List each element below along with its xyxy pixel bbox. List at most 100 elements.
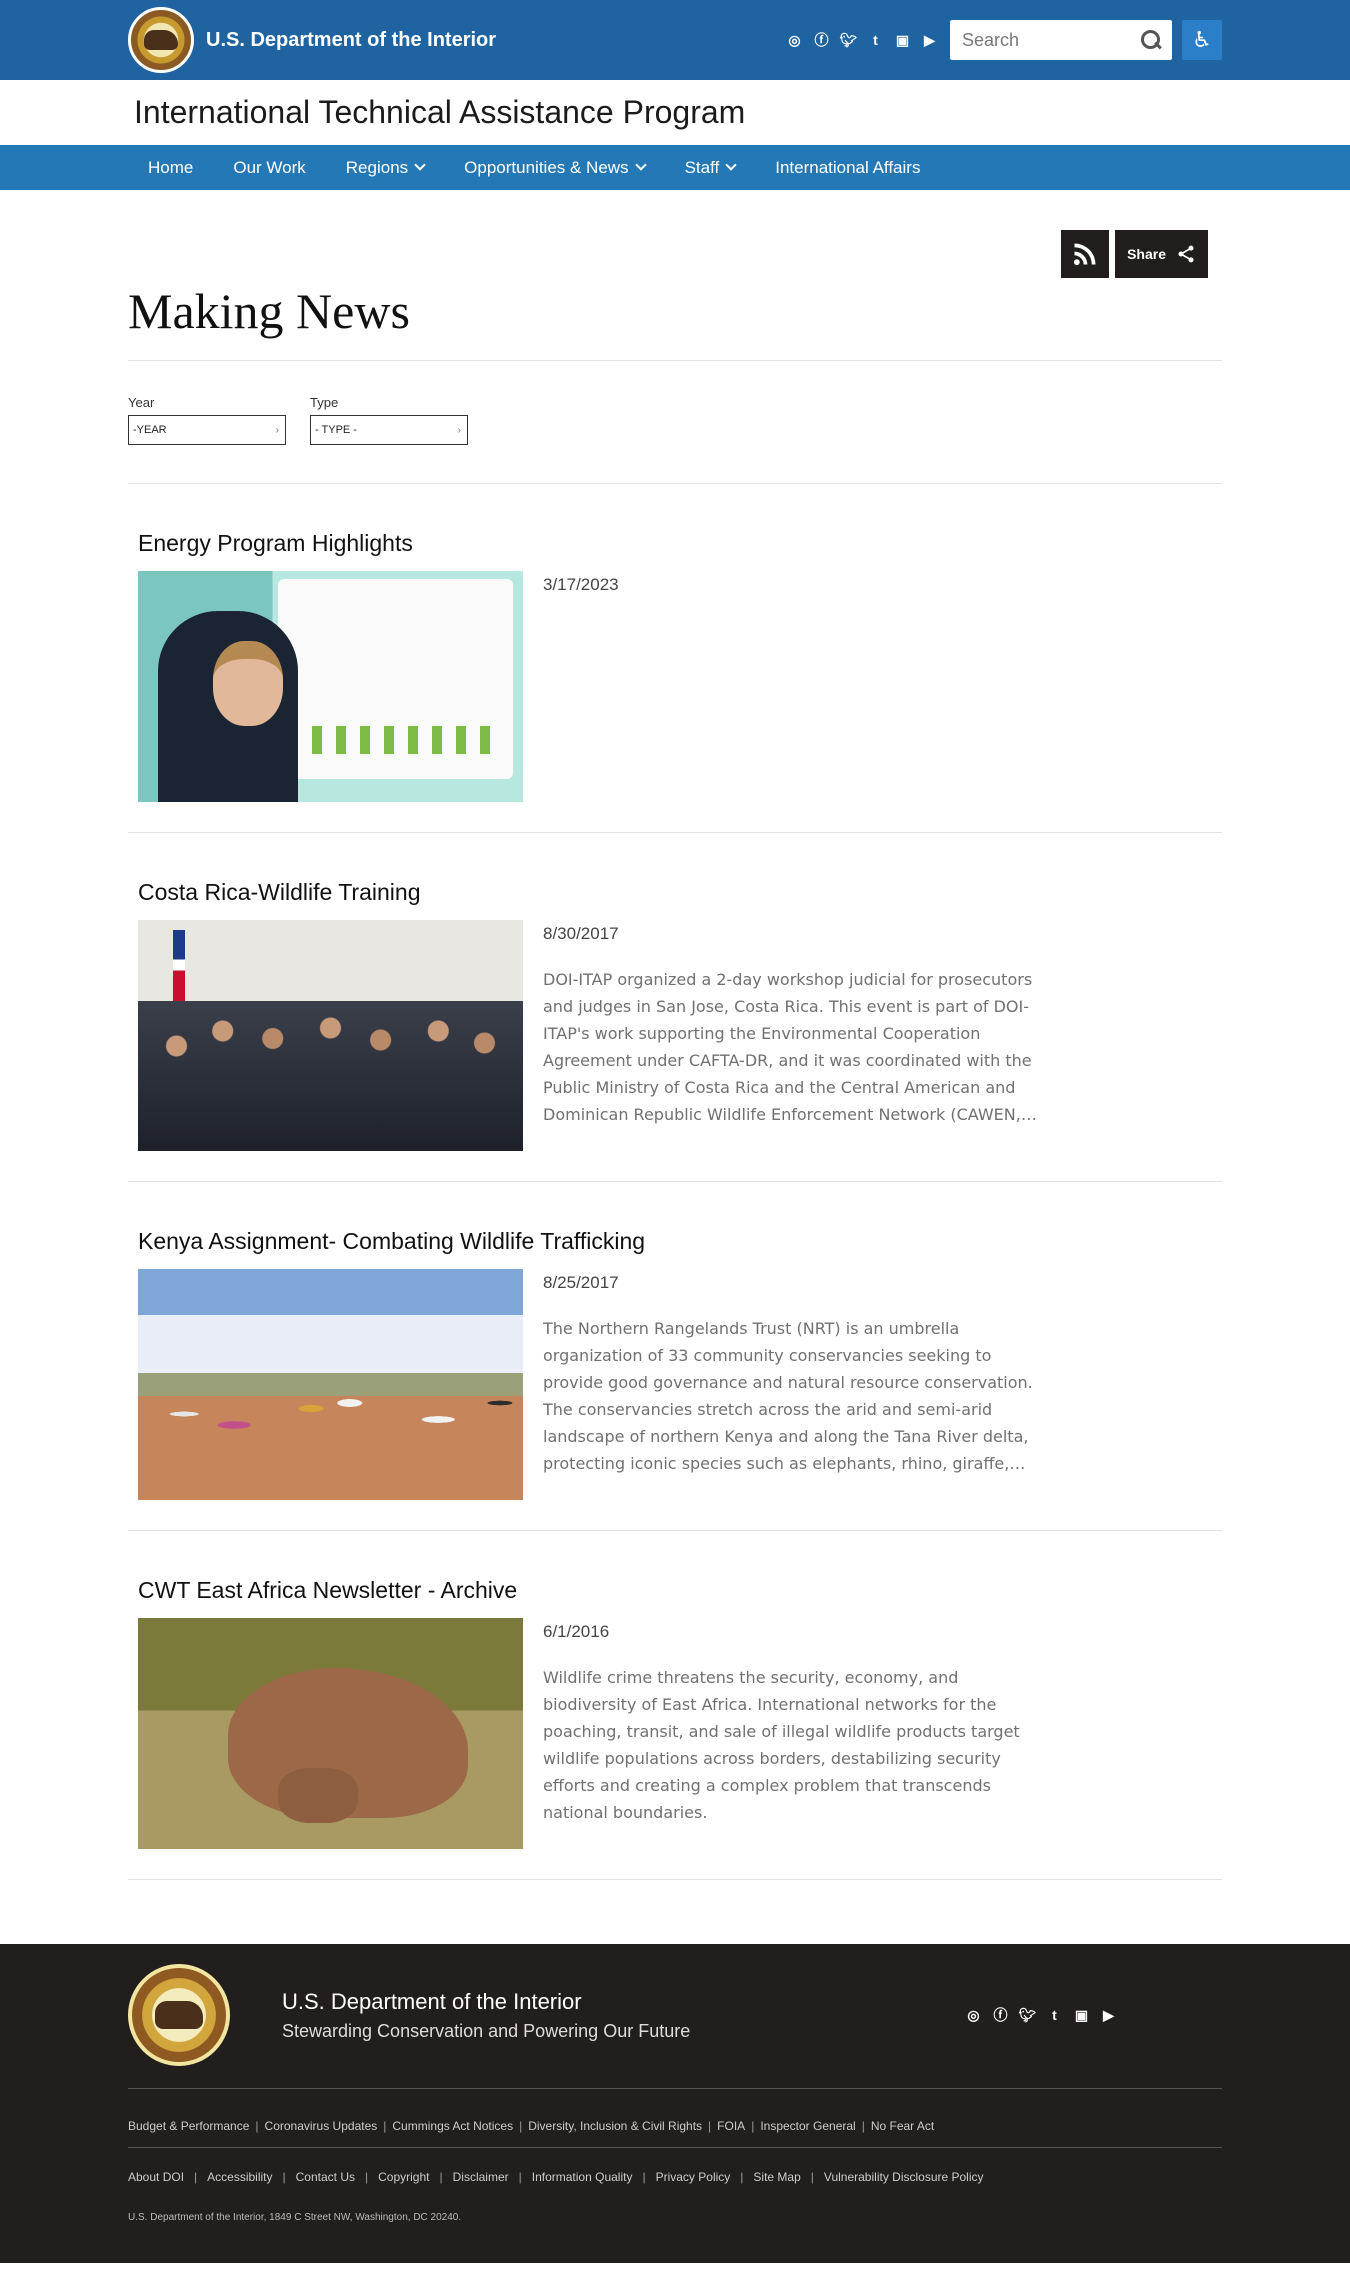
type-select[interactable]: - TYPE - › xyxy=(310,415,468,445)
footer-link[interactable]: Coronavirus Updates xyxy=(265,2119,378,2133)
facebook-icon[interactable]: ⓕ xyxy=(813,32,830,49)
program-title[interactable]: International Technical Assistance Progr… xyxy=(134,94,745,131)
main-content: Share Making News Year -YEAR › Type - TYP… xyxy=(128,190,1222,1880)
news-title[interactable]: Energy Program Highlights xyxy=(138,530,1212,557)
nav-label: Home xyxy=(148,157,194,177)
footer-link[interactable]: About DOI xyxy=(128,2170,184,2184)
twitter-icon[interactable]: 🐦︎ xyxy=(840,32,858,49)
youtube-icon[interactable]: ▶ xyxy=(1100,2007,1117,2024)
footer-link[interactable]: Copyright xyxy=(378,2170,429,2184)
year-select[interactable]: -YEAR › xyxy=(128,415,286,445)
chevron-down-icon xyxy=(725,159,737,171)
instagram-icon[interactable]: ◎ xyxy=(786,32,803,49)
social-links: ◎ ⓕ 🐦︎ t ▣ ▶ xyxy=(786,32,938,49)
type-label: Type xyxy=(310,395,339,410)
news-item: CWT East Africa Newsletter - Archive 6/1… xyxy=(128,1531,1222,1880)
footer-link[interactable]: Disclaimer xyxy=(453,2170,509,2184)
rss-button[interactable] xyxy=(1061,230,1110,278)
share-icon xyxy=(1178,245,1194,263)
share-button[interactable]: Share xyxy=(1115,230,1208,278)
news-thumbnail[interactable] xyxy=(138,1618,523,1849)
youtube-icon[interactable]: ▶ xyxy=(921,32,938,49)
chevron-down-icon: › xyxy=(275,424,279,436)
chevron-down-icon xyxy=(414,159,426,171)
tumblr-icon[interactable]: t xyxy=(867,32,884,49)
search-box xyxy=(950,20,1172,60)
news-date: 8/25/2017 xyxy=(543,1273,619,1292)
news-thumbnail[interactable] xyxy=(138,1269,523,1500)
search-icon[interactable] xyxy=(1140,29,1162,51)
nav-label: Staff xyxy=(684,157,720,177)
footer-link[interactable]: No Fear Act xyxy=(871,2119,934,2133)
footer-links-secondary: About DOI | Accessibility | Contact Us | Co… xyxy=(128,2170,984,2184)
footer-link[interactable]: Budget & Performance xyxy=(128,2119,249,2133)
nav-international-affairs[interactable]: International Affairs xyxy=(755,158,940,178)
news-item: Kenya Assignment- Combating Wildlife Tra… xyxy=(128,1182,1222,1531)
top-header: U.S. Department of the Interior ◎ ⓕ 🐦︎ t… xyxy=(0,0,1350,80)
flickr-icon[interactable]: ▣ xyxy=(1073,2007,1090,2024)
news-description: The Northern Rangelands Trust (NRT) is a… xyxy=(543,1319,1033,1473)
nav-label: Our Work xyxy=(233,157,306,177)
news-item: Costa Rica-Wildlife Training 8/30/2017 D… xyxy=(128,833,1222,1182)
footer-link[interactable]: Contact Us xyxy=(296,2170,355,2184)
footer-address: U.S. Department of the Interior, 1849 C … xyxy=(128,2212,462,2223)
instagram-icon[interactable]: ◎ xyxy=(965,2007,982,2024)
agency-name[interactable]: U.S. Department of the Interior xyxy=(206,29,496,52)
footer-social-links: ◎ ⓕ 🐦︎ t ▣ ▶ xyxy=(965,2007,1117,2024)
news-title[interactable]: Kenya Assignment- Combating Wildlife Tra… xyxy=(138,1228,1212,1255)
nav-label: International Affairs xyxy=(775,157,921,177)
news-title[interactable]: Costa Rica-Wildlife Training xyxy=(138,879,1212,906)
flickr-icon[interactable]: ▣ xyxy=(894,32,911,49)
year-value: -YEAR xyxy=(133,424,167,436)
news-thumbnail[interactable] xyxy=(138,920,523,1151)
chevron-down-icon: › xyxy=(457,424,461,436)
footer-link[interactable]: Privacy Policy xyxy=(656,2170,731,2184)
footer-link[interactable]: Inspector General xyxy=(760,2119,855,2133)
year-filter: Year -YEAR › xyxy=(128,395,286,445)
program-header: International Technical Assistance Progr… xyxy=(128,80,1222,145)
news-description: DOI-ITAP organized a 2-day workshop judi… xyxy=(543,970,1037,1124)
nav-label: Opportunities & News xyxy=(464,157,629,177)
footer-agency-name: U.S. Department of the Interior xyxy=(282,1988,582,2014)
footer-link[interactable]: Diversity, Inclusion & Civil Rights xyxy=(528,2119,702,2133)
page-tools: Share xyxy=(128,230,1208,278)
page-title: Making News xyxy=(128,283,410,339)
share-label: Share xyxy=(1127,246,1166,262)
footer-link[interactable]: Site Map xyxy=(753,2170,800,2184)
footer-link[interactable]: Cummings Act Notices xyxy=(392,2119,513,2133)
nav-staff[interactable]: Staff xyxy=(665,158,756,178)
type-value: - TYPE - xyxy=(315,424,357,436)
nav-opportunities-news[interactable]: Opportunities & News xyxy=(444,158,664,178)
tumblr-icon[interactable]: t xyxy=(1046,2007,1063,2024)
search-input[interactable] xyxy=(962,29,1140,51)
facebook-icon[interactable]: ⓕ xyxy=(992,2007,1009,2024)
footer-link[interactable]: Information Quality xyxy=(532,2170,633,2184)
twitter-icon[interactable]: 🐦︎ xyxy=(1019,2007,1037,2024)
site-footer: U.S. Department of the Interior Stewardi… xyxy=(0,1944,1350,2263)
accessibility-icon[interactable]: ♿︎ xyxy=(1182,20,1222,60)
news-thumbnail[interactable] xyxy=(138,571,523,802)
news-title[interactable]: CWT East Africa Newsletter - Archive xyxy=(138,1577,1212,1604)
filters: Year -YEAR › Type - TYPE - › xyxy=(128,361,1222,483)
main-nav: Home Our Work Regions Opportunities & Ne… xyxy=(0,145,1350,190)
footer-link[interactable]: FOIA xyxy=(717,2119,745,2133)
news-item: Energy Program Highlights 3/17/2023 xyxy=(128,484,1222,833)
chevron-down-icon xyxy=(634,159,647,171)
rss-icon xyxy=(1073,243,1096,266)
doi-seal-logo[interactable] xyxy=(128,1964,230,2066)
news-description: Wildlife crime threatens the security, e… xyxy=(543,1668,1020,1822)
doi-seal-logo[interactable] xyxy=(128,7,194,73)
nav-home[interactable]: Home xyxy=(128,158,213,178)
footer-link[interactable]: Accessibility xyxy=(207,2170,272,2184)
news-date: 3/17/2023 xyxy=(543,575,619,594)
footer-links-primary: Budget & Performance | Coronavirus Update… xyxy=(128,2089,1222,2148)
nav-our-work[interactable]: Our Work xyxy=(213,158,325,178)
footer-tagline: Stewarding Conservation and Powering Our… xyxy=(282,2020,691,2041)
nav-label: Regions xyxy=(345,157,409,177)
year-label: Year xyxy=(128,395,155,410)
type-filter: Type - TYPE - › xyxy=(310,395,468,445)
news-date: 6/1/2016 xyxy=(543,1622,610,1641)
news-date: 8/30/2017 xyxy=(543,924,619,943)
footer-link[interactable]: Vulnerability Disclosure Policy xyxy=(824,2170,984,2184)
nav-regions[interactable]: Regions xyxy=(326,158,444,178)
